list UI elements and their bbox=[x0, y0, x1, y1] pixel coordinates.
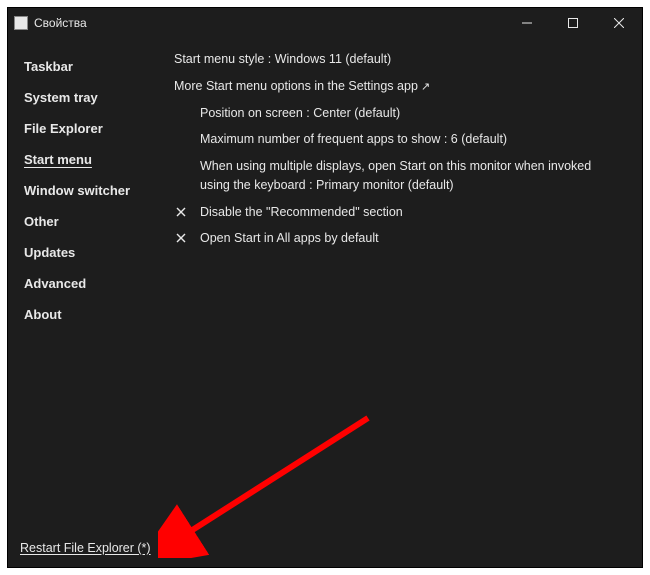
sidebar-item-file-explorer[interactable]: File Explorer bbox=[20, 114, 107, 143]
setting-multiple-displays[interactable]: When using multiple displays, open Start… bbox=[200, 159, 591, 192]
window-title: Свойства bbox=[34, 16, 87, 30]
maximize-button[interactable] bbox=[550, 8, 596, 38]
sidebar-item-other[interactable]: Other bbox=[20, 207, 63, 236]
restart-file-explorer-link[interactable]: Restart File Explorer (*) bbox=[20, 541, 151, 555]
link-more-start-options[interactable]: More Start menu options in the Settings … bbox=[174, 77, 624, 96]
setting-max-frequent-apps[interactable]: Maximum number of frequent apps to show … bbox=[200, 132, 507, 146]
content-panel: Start menu style : Windows 11 (default) … bbox=[168, 38, 642, 567]
toggle-disable-recommended[interactable]: Disable the "Recommended" section bbox=[200, 203, 624, 222]
sidebar-item-system-tray[interactable]: System tray bbox=[20, 83, 102, 112]
sidebar-item-start-menu[interactable]: Start menu bbox=[20, 145, 96, 174]
minimize-button[interactable] bbox=[504, 8, 550, 38]
x-icon bbox=[174, 229, 200, 248]
window-controls bbox=[504, 8, 642, 38]
x-icon bbox=[174, 203, 200, 222]
close-button[interactable] bbox=[596, 8, 642, 38]
sidebar-item-advanced[interactable]: Advanced bbox=[20, 269, 90, 298]
sidebar: Taskbar System tray File Explorer Start … bbox=[8, 38, 168, 567]
sidebar-item-about[interactable]: About bbox=[20, 300, 66, 329]
close-icon bbox=[614, 18, 624, 28]
sidebar-item-updates[interactable]: Updates bbox=[20, 238, 79, 267]
toggle-open-all-apps[interactable]: Open Start in All apps by default bbox=[200, 229, 624, 248]
properties-window: Свойства Taskbar System tray File Explor… bbox=[7, 7, 643, 568]
setting-position-on-screen[interactable]: Position on screen : Center (default) bbox=[200, 106, 400, 120]
titlebar: Свойства bbox=[8, 8, 642, 38]
sidebar-item-taskbar[interactable]: Taskbar bbox=[20, 52, 77, 81]
maximize-icon bbox=[568, 18, 578, 28]
minimize-icon bbox=[522, 18, 532, 28]
sidebar-item-window-switcher[interactable]: Window switcher bbox=[20, 176, 134, 205]
setting-start-menu-style[interactable]: Start menu style : Windows 11 (default) bbox=[174, 50, 624, 69]
app-icon bbox=[14, 16, 28, 30]
